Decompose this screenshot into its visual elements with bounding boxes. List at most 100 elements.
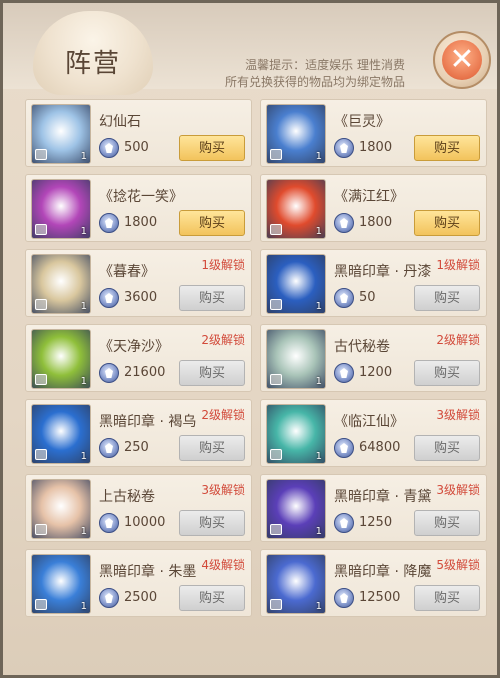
currency-icon <box>99 363 119 383</box>
unlock-requirement: 2级解锁 <box>436 333 480 347</box>
shop-item-card[interactable]: 1 黑暗印章 · 丹漆 1级解锁 50 购买 <box>260 249 487 317</box>
lock-icon <box>35 449 47 460</box>
currency-icon <box>334 288 354 308</box>
lock-icon <box>35 299 47 310</box>
item-name: 《巨灵》 <box>334 114 390 130</box>
item-price: 64800 <box>359 440 401 455</box>
green-scroll-icon[interactable]: 1 <box>31 329 91 389</box>
tip-line-2: 所有兑换获得的物品均为绑定物品 <box>224 75 405 89</box>
currency-icon <box>334 363 354 383</box>
lock-icon <box>270 524 282 535</box>
item-quantity: 1 <box>80 601 87 612</box>
shop-item-card[interactable]: 1 《捻花一笑》 1800 购买 <box>25 174 252 242</box>
item-quantity: 1 <box>80 151 87 162</box>
item-price: 1800 <box>124 215 158 230</box>
shop-item-card[interactable]: 1 黑暗印章 · 降魔 5级解锁 12500 购买 <box>260 549 487 617</box>
shop-item-card[interactable]: 1 上古秘卷 3级解锁 10000 购买 <box>25 474 252 542</box>
buy-button[interactable]: 购买 <box>414 510 480 536</box>
shop-item-card[interactable]: 1 《天净沙》 2级解锁 21600 购买 <box>25 324 252 392</box>
currency-icon <box>99 513 119 533</box>
lock-icon <box>270 299 282 310</box>
item-price: 1250 <box>359 515 393 530</box>
close-icon: ✕ <box>442 40 482 80</box>
unlock-requirement: 2级解锁 <box>201 408 245 422</box>
red-ancient-scroll-icon[interactable]: 1 <box>31 479 91 539</box>
header-bar: 阵营 温馨提示：适度娱乐 理性消费 所有兑换获得的物品均为绑定物品 ✕ <box>3 3 497 95</box>
item-price: 1800 <box>359 215 393 230</box>
currency-icon <box>99 138 119 158</box>
item-price: 12500 <box>359 590 401 605</box>
unlock-requirement: 3级解锁 <box>436 408 480 422</box>
shop-item-card[interactable]: 1 《满江红》 1800 购买 <box>260 174 487 242</box>
item-name: 黑暗印章 · 褐乌 <box>99 414 197 430</box>
blue-scroll-icon[interactable]: 1 <box>266 104 326 164</box>
close-button[interactable]: ✕ <box>433 31 491 89</box>
item-name: 上古秘卷 <box>99 489 155 505</box>
item-quantity: 1 <box>315 601 322 612</box>
buy-button[interactable]: 购买 <box>414 135 480 161</box>
buy-button[interactable]: 购买 <box>414 585 480 611</box>
shop-item-card[interactable]: 1 幻仙石 500 购买 <box>25 99 252 167</box>
ancient-scroll-icon[interactable]: 1 <box>266 329 326 389</box>
item-name: 古代秘卷 <box>334 339 390 355</box>
item-price: 21600 <box>124 365 166 380</box>
item-name: 《天净沙》 <box>99 339 169 355</box>
currency-icon <box>334 513 354 533</box>
lock-icon <box>35 524 47 535</box>
currency-icon <box>99 438 119 458</box>
dark-seal-icon[interactable]: 1 <box>31 554 91 614</box>
item-name: 黑暗印章 · 青黛 <box>334 489 432 505</box>
currency-icon <box>334 213 354 233</box>
lock-icon <box>35 149 47 160</box>
item-price: 10000 <box>124 515 166 530</box>
lock-icon <box>35 224 47 235</box>
item-price: 1800 <box>359 140 393 155</box>
shop-item-card[interactable]: 1 《暮春》 1级解锁 3600 购买 <box>25 249 252 317</box>
item-name: 《暮春》 <box>99 264 155 280</box>
shop-item-card[interactable]: 1 《临江仙》 3级解锁 64800 购买 <box>260 399 487 467</box>
red-scroll-icon[interactable]: 1 <box>266 179 326 239</box>
item-quantity: 1 <box>315 451 322 462</box>
unlock-requirement: 3级解锁 <box>201 483 245 497</box>
currency-icon <box>334 438 354 458</box>
item-price: 3600 <box>124 290 158 305</box>
buy-button[interactable]: 购买 <box>414 360 480 386</box>
shop-item-card[interactable]: 1 黑暗印章 · 青黛 3级解锁 1250 购买 <box>260 474 487 542</box>
purple-scroll-icon[interactable]: 1 <box>31 179 91 239</box>
item-quantity: 1 <box>80 526 87 537</box>
item-name: 《临江仙》 <box>334 414 404 430</box>
unlock-requirement: 2级解锁 <box>201 333 245 347</box>
item-price: 2500 <box>124 590 158 605</box>
item-name: 《满江红》 <box>334 189 404 205</box>
buy-button[interactable]: 购买 <box>179 210 245 236</box>
currency-icon <box>334 138 354 158</box>
buy-button[interactable]: 购买 <box>179 510 245 536</box>
dark-seal-icon[interactable]: 1 <box>266 554 326 614</box>
shop-item-card[interactable]: 1 古代秘卷 2级解锁 1200 购买 <box>260 324 487 392</box>
item-quantity: 1 <box>315 151 322 162</box>
dark-seal-icon[interactable]: 1 <box>266 254 326 314</box>
buy-button[interactable]: 购买 <box>179 435 245 461</box>
parchment-icon[interactable]: 1 <box>31 254 91 314</box>
shop-item-card[interactable]: 1 《巨灵》 1800 购买 <box>260 99 487 167</box>
buy-button[interactable]: 购买 <box>179 360 245 386</box>
buy-button[interactable]: 购买 <box>179 585 245 611</box>
buy-button[interactable]: 购买 <box>179 135 245 161</box>
dark-seal-icon[interactable]: 1 <box>266 479 326 539</box>
buy-button[interactable]: 购买 <box>179 285 245 311</box>
buy-button[interactable]: 购买 <box>414 210 480 236</box>
teal-scroll-icon[interactable]: 1 <box>266 404 326 464</box>
buy-button[interactable]: 购买 <box>414 285 480 311</box>
item-price: 250 <box>124 440 149 455</box>
lock-icon <box>270 224 282 235</box>
shop-item-card[interactable]: 1 黑暗印章 · 褐乌 2级解锁 250 购买 <box>25 399 252 467</box>
lock-icon <box>35 374 47 385</box>
buy-button[interactable]: 购买 <box>414 435 480 461</box>
currency-icon <box>99 213 119 233</box>
shop-item-card[interactable]: 1 黑暗印章 · 朱墨 4级解锁 2500 购买 <box>25 549 252 617</box>
page-title: 阵营 <box>65 49 122 79</box>
lock-icon <box>270 449 282 460</box>
gem-icon[interactable]: 1 <box>31 104 91 164</box>
dark-seal-icon[interactable]: 1 <box>31 404 91 464</box>
unlock-requirement: 1级解锁 <box>201 258 245 272</box>
